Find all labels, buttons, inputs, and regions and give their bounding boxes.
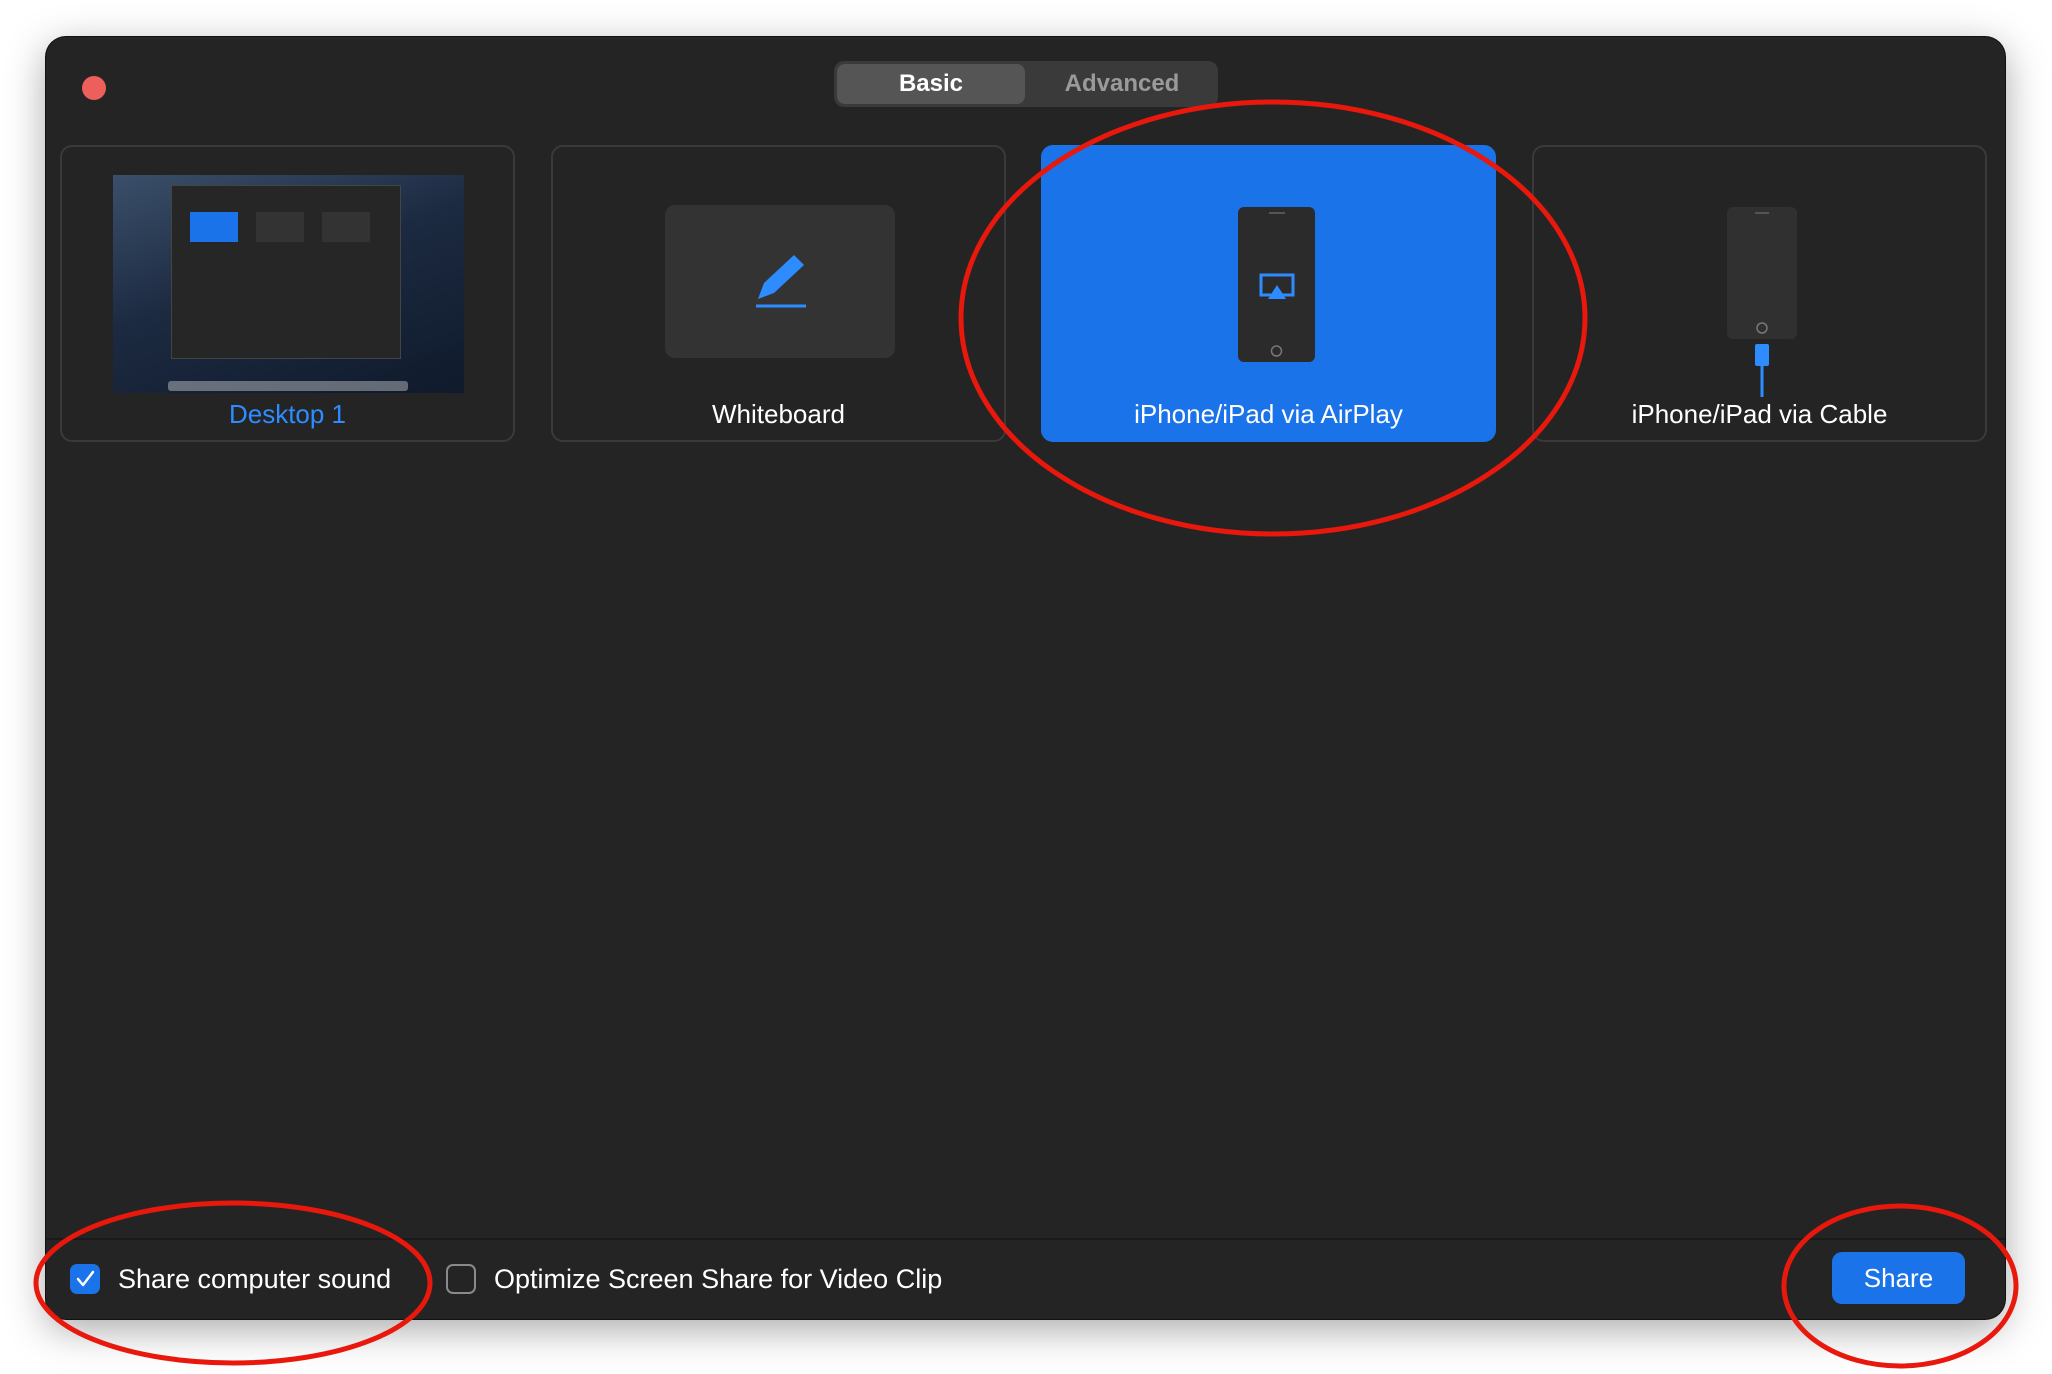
tile-label: Desktop 1 [228, 399, 347, 429]
share-sound-checkbox[interactable] [70, 1264, 100, 1294]
share-option-whiteboard[interactable]: Whiteboard [551, 145, 1006, 442]
thumbnail-tile [256, 212, 304, 242]
share-option-airplay[interactable]: iPhone/iPad via AirPlay [1041, 145, 1496, 442]
thumbnail-window [171, 185, 401, 359]
share-option-desktop-1[interactable]: Desktop 1 [60, 145, 515, 442]
share-option-cable[interactable]: iPhone/iPad via Cable [1532, 145, 1987, 442]
thumbnail-selected-tile [190, 212, 238, 242]
share-sound-label[interactable]: Share computer sound [118, 1264, 391, 1294]
tile-label: iPhone/iPad via AirPlay [1134, 399, 1403, 429]
tile-label: iPhone/iPad via Cable [1631, 399, 1888, 429]
thumbnail-dock [168, 381, 408, 391]
checkmark-icon [76, 1270, 95, 1287]
tab-basic[interactable]: Basic [837, 64, 1025, 104]
thumbnail-tile [322, 212, 370, 242]
tab-bar: Basic Advanced [834, 61, 1218, 107]
pencil-icon [756, 255, 806, 308]
optimize-video-label[interactable]: Optimize Screen Share for Video Clip [494, 1264, 942, 1294]
share-button[interactable]: Share [1832, 1252, 1965, 1304]
share-screen-window: Basic Advanced Desktop 1 Whiteboard iPho… [46, 37, 2005, 1319]
close-window-button[interactable] [82, 76, 106, 100]
tile-label: Whiteboard [712, 399, 845, 429]
desktop-thumbnail [113, 175, 464, 393]
whiteboard-preview [665, 205, 895, 358]
footer-bar: Share computer sound Optimize Screen Sha… [46, 1238, 2005, 1319]
optimize-video-checkbox[interactable] [446, 1264, 476, 1294]
tab-advanced[interactable]: Advanced [1030, 64, 1214, 104]
